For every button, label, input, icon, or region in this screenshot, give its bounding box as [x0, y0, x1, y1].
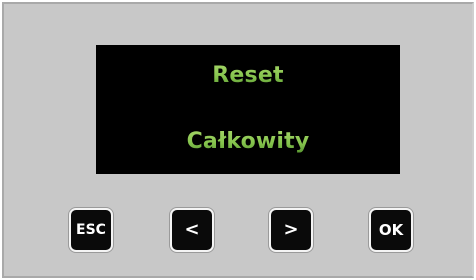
- display-line-1: Reset: [96, 62, 400, 90]
- ok-button[interactable]: OK: [369, 208, 413, 252]
- ok-button-label: OK: [378, 220, 404, 239]
- previous-button[interactable]: <: [170, 208, 214, 252]
- lcd-display: Reset Całkowity: [96, 45, 400, 174]
- esc-button-label: ESC: [76, 222, 106, 238]
- next-button-label: >: [283, 219, 299, 240]
- esc-button[interactable]: ESC: [69, 208, 113, 252]
- control-panel: Reset Całkowity ESC < > OK: [2, 2, 474, 278]
- previous-button-label: <: [184, 219, 200, 240]
- next-button[interactable]: >: [269, 208, 313, 252]
- display-line-2: Całkowity: [96, 128, 400, 156]
